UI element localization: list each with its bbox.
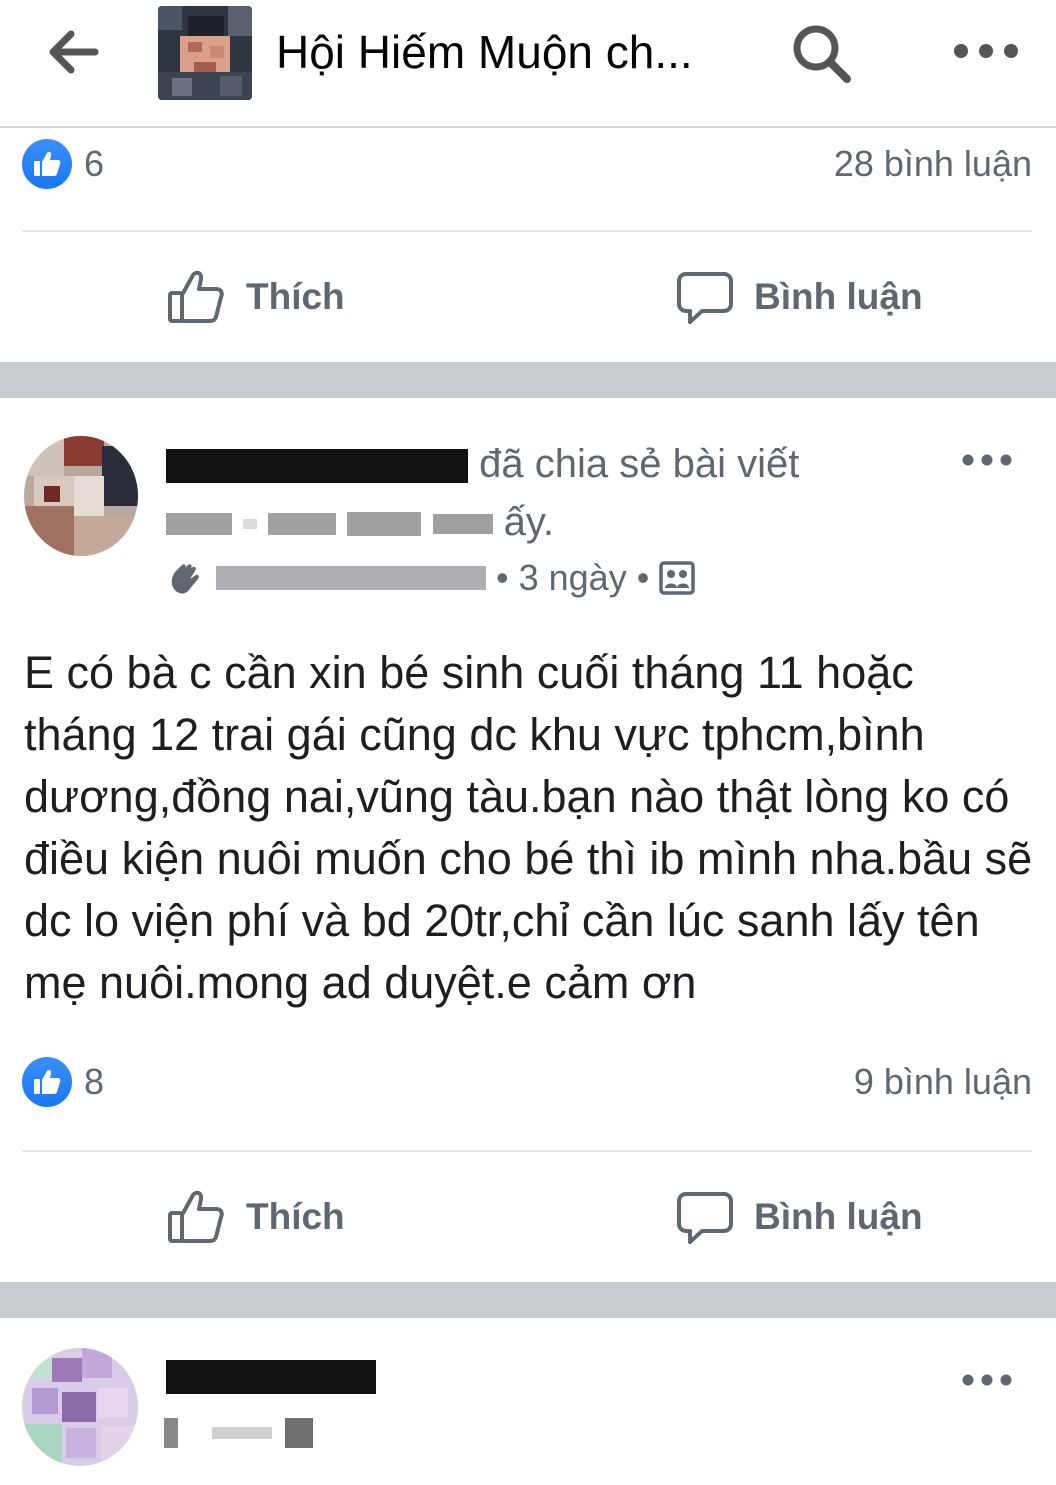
prev-post-actions: Thích Bình luận xyxy=(0,242,1056,352)
group-avatar[interactable] xyxy=(158,6,252,100)
like-reaction-icon xyxy=(22,1057,72,1107)
more-horizontal-icon xyxy=(954,44,1018,58)
arrow-left-icon xyxy=(49,30,99,74)
comment-count[interactable]: 28 bình luận xyxy=(834,143,1032,185)
comment-label: Bình luận xyxy=(754,1196,923,1237)
next-post-more-button[interactable] xyxy=(952,1360,1022,1400)
next-author-avatar[interactable] xyxy=(22,1348,138,1466)
like-count[interactable]: 8 xyxy=(84,1061,104,1103)
search-icon xyxy=(793,25,851,83)
comment-count[interactable]: 9 bình luận xyxy=(854,1061,1032,1103)
shared-source-redacted[interactable] xyxy=(166,513,232,536)
member-badge-redacted xyxy=(216,566,486,590)
divider xyxy=(22,230,1032,232)
post-more-button[interactable] xyxy=(952,440,1022,480)
privacy-group-icon xyxy=(659,561,696,595)
top-app-bar: Hội Hiếm Muộn ch... xyxy=(0,0,1056,128)
thumbs-up-icon xyxy=(168,1190,224,1243)
next-author-name-redacted[interactable] xyxy=(166,1360,376,1396)
thumbs-up-icon xyxy=(168,270,224,323)
like-reaction-icon xyxy=(22,139,72,189)
shared-text: đã chia sẻ bài viết xyxy=(479,442,800,486)
author-name-redacted[interactable] xyxy=(166,449,468,484)
more-options-button[interactable] xyxy=(946,26,1026,76)
next-post-meta-redacted xyxy=(164,1418,314,1454)
feed-separator xyxy=(0,1282,1056,1318)
post-time[interactable]: • 3 ngày • xyxy=(496,557,649,599)
like-button[interactable]: Thích xyxy=(166,242,345,352)
feed-separator xyxy=(0,362,1056,398)
back-button[interactable] xyxy=(40,24,104,80)
like-label: Thích xyxy=(246,1196,345,1237)
comment-label: Bình luận xyxy=(754,276,923,317)
prev-post-reactions: 6 28 bình luận xyxy=(22,134,1032,194)
like-button[interactable]: Thích xyxy=(166,1162,345,1272)
post-header-line2: ấy. xyxy=(166,494,946,550)
divider xyxy=(22,1150,1032,1152)
post-meta: • 3 ngày • xyxy=(166,556,696,600)
comment-button[interactable]: Bình luận xyxy=(676,1162,923,1272)
comment-bubble-icon xyxy=(677,272,733,324)
post-header: đã chia sẻ bài viết xyxy=(166,436,946,492)
group-title[interactable]: Hội Hiếm Muộn ch... xyxy=(276,22,746,82)
more-horizontal-icon xyxy=(962,1374,1012,1386)
post-actions: Thích Bình luận xyxy=(0,1162,1056,1272)
post-body-text[interactable]: E có bà c cần xin bé sinh cuối tháng 11 … xyxy=(24,642,1034,1014)
comment-bubble-icon xyxy=(677,1192,733,1244)
like-label: Thích xyxy=(246,276,345,317)
search-button[interactable] xyxy=(786,18,856,88)
shared-text-end: ấy. xyxy=(503,500,555,544)
post-reactions: 8 9 bình luận xyxy=(22,1052,1032,1112)
comment-button[interactable]: Bình luận xyxy=(676,242,923,352)
new-member-wave-icon xyxy=(171,564,199,594)
more-horizontal-icon xyxy=(962,454,1012,466)
like-count[interactable]: 6 xyxy=(84,143,104,185)
author-avatar[interactable] xyxy=(24,436,138,556)
